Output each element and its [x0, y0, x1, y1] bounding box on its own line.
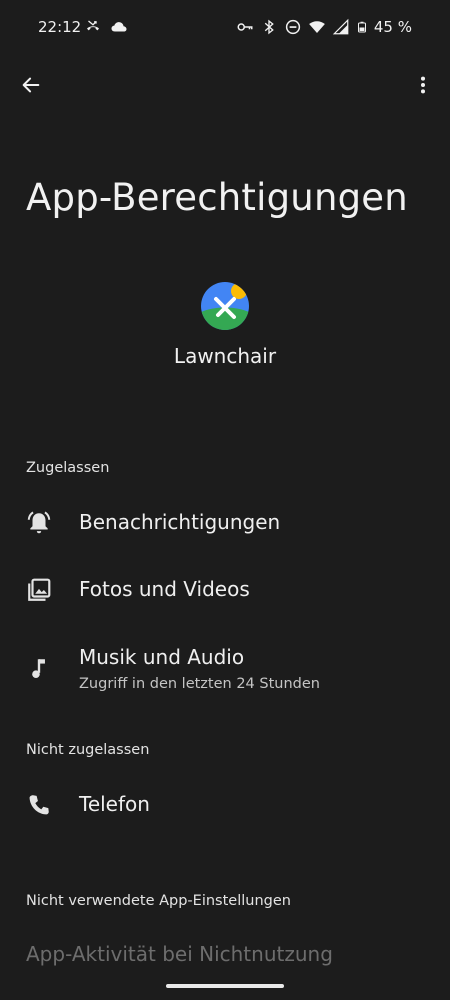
- arrow-back-icon: [22, 77, 40, 93]
- photo-library-icon: [28, 578, 51, 601]
- more-vert-icon: [420, 76, 426, 94]
- lawnchair-app-icon: [201, 282, 249, 330]
- battery-icon: [357, 21, 366, 33]
- signal-icon: [332, 18, 349, 35]
- notifications-icon: [27, 511, 51, 534]
- permission-label: Fotos und Videos: [79, 577, 250, 601]
- permission-item-photos-videos[interactable]: Fotos und Videos: [0, 557, 450, 625]
- page-title: App-Berechtigungen: [26, 176, 408, 219]
- more-options-button[interactable]: [408, 70, 438, 100]
- app-header: Lawnchair: [0, 282, 450, 368]
- status-bar: 22:12 45 %: [0, 0, 450, 56]
- permission-label: Musik und Audio: [79, 645, 245, 669]
- permission-subtitle: Zugriff in den letzten 24 Stunden: [79, 676, 320, 692]
- gesture-nav-handle[interactable]: [166, 984, 284, 988]
- cloud-icon: [111, 22, 127, 32]
- wifi-icon: [309, 21, 325, 33]
- battery-percent: 45 %: [373, 18, 412, 36]
- status-time: 22:12: [38, 18, 82, 36]
- status-left-icons: [84, 18, 128, 36]
- section-header-not-allowed: Nicht zugelassen: [26, 742, 150, 758]
- back-button[interactable]: [14, 68, 48, 102]
- permission-label: Benachrichtigungen: [79, 510, 281, 534]
- phone-icon: [29, 795, 49, 815]
- setting-item-unused-app-activity[interactable]: App-Aktivität bei Nichtnutzung: [26, 942, 333, 966]
- permission-item-notifications[interactable]: Benachrichtigungen: [0, 490, 450, 558]
- app-permissions-screen: 22:12 45 % App-Berechtigungen Lawnchair …: [0, 0, 450, 1000]
- permission-label: Telefon: [79, 792, 150, 816]
- section-header-allowed: Zugelassen: [26, 460, 110, 476]
- music-note-icon: [32, 659, 45, 678]
- permission-item-phone[interactable]: Telefon: [0, 772, 450, 840]
- do-not-disturb-icon: [285, 19, 301, 35]
- missed-call-icon: [87, 20, 99, 31]
- app-name: Lawnchair: [173, 344, 277, 368]
- vpn-key-icon: [237, 23, 253, 31]
- permission-item-music-audio[interactable]: Musik und Audio Zugriff in den letzten 2…: [0, 630, 450, 710]
- bluetooth-icon: [264, 19, 274, 35]
- status-right-icons: 45 %: [236, 18, 412, 36]
- section-header-unused-settings: Nicht verwendete App-Einstellungen: [26, 893, 291, 909]
